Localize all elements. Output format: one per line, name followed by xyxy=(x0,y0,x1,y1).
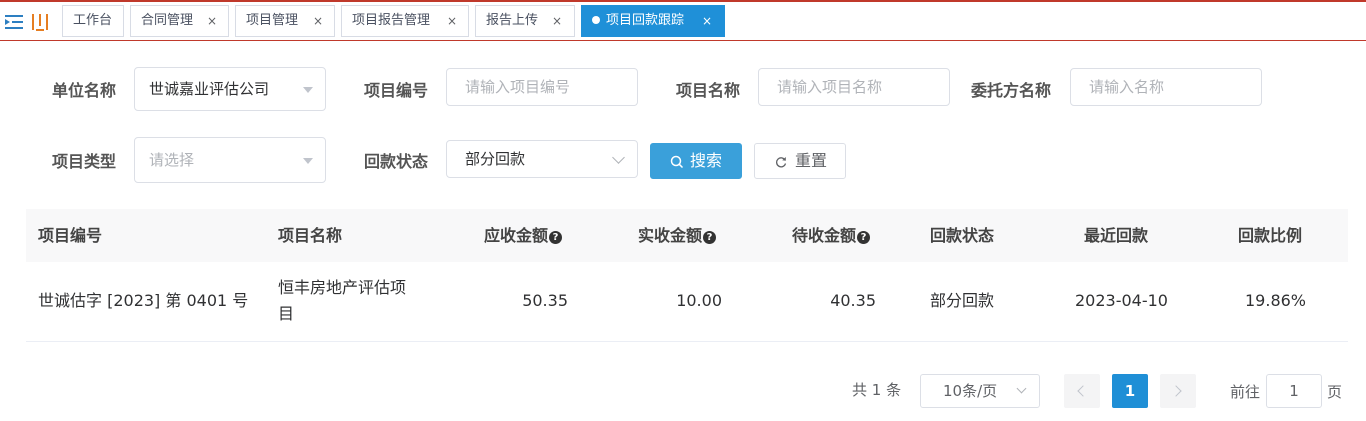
col-project-name: 项目名称 xyxy=(278,226,343,245)
search-button[interactable]: 搜索 xyxy=(650,143,742,179)
reset-button[interactable]: 重置 xyxy=(754,143,846,179)
help-icon[interactable]: ? xyxy=(703,231,717,244)
tab-label: 项目管理 xyxy=(246,13,299,28)
cell-project-name-line2: 目 xyxy=(278,304,295,323)
project-type-select[interactable]: 请选择 xyxy=(134,137,326,183)
payment-status-label: 回款状态 xyxy=(364,152,429,171)
col-last-payment: 最近回款 xyxy=(1084,226,1149,245)
project-name-placeholder: 请输入项目名称 xyxy=(777,78,883,96)
cell-payment-ratio: 19.86% xyxy=(1245,291,1307,310)
tab-label: 项目报告管理 xyxy=(352,13,431,28)
refresh-icon xyxy=(776,157,787,168)
close-icon[interactable]: × xyxy=(552,6,562,36)
col-receivable-label: 应收金额 xyxy=(484,226,549,245)
close-icon[interactable]: × xyxy=(447,6,457,36)
tab-label: 报告上传 xyxy=(486,13,539,28)
col-receivable: 应收金额? xyxy=(484,209,563,262)
page-suffix-label: 页 xyxy=(1327,383,1343,401)
page-size-value: 10条/页 xyxy=(943,382,998,400)
cell-last-payment: 2023-04-10 xyxy=(1075,291,1168,310)
app-logo-icon xyxy=(30,12,50,32)
page-number-current[interactable]: 1 xyxy=(1112,374,1148,408)
active-dot-icon xyxy=(592,16,600,24)
unit-name-label: 单位名称 xyxy=(52,81,117,100)
tab-label: 合同管理 xyxy=(141,13,194,28)
close-icon[interactable]: × xyxy=(702,6,712,36)
tab-project-payment-tracking[interactable]: 项目回款跟踪 × xyxy=(581,5,725,37)
payment-status-select[interactable]: 部分回款 xyxy=(446,140,638,178)
close-icon[interactable]: × xyxy=(207,6,217,36)
tab-bar: 工作台 合同管理 × 项目管理 × 项目报告管理 × 报告上传 × 项目回款跟踪… xyxy=(0,2,1366,41)
prev-page-button[interactable] xyxy=(1064,374,1100,408)
cell-project-name: 恒丰房地产评估项 目 xyxy=(278,275,406,327)
pagination-total: 共 1 条 xyxy=(852,381,902,399)
project-no-label: 项目编号 xyxy=(364,81,429,100)
table-header: 项目编号 项目名称 应收金额? 实收金额? 待收金额? 回款状态 最近回款 回款… xyxy=(26,209,1348,262)
col-pending: 待收金额? xyxy=(792,209,871,262)
client-name-label: 委托方名称 xyxy=(971,81,1052,100)
project-type-placeholder: 请选择 xyxy=(149,151,195,169)
cell-project-name-line1: 恒丰房地产评估项 xyxy=(278,278,407,297)
help-icon[interactable]: ? xyxy=(857,231,871,244)
help-icon[interactable]: ? xyxy=(549,231,563,244)
next-page-button[interactable] xyxy=(1160,374,1196,408)
reset-button-label: 重置 xyxy=(795,151,828,170)
close-icon[interactable]: × xyxy=(313,6,323,36)
cell-receivable: 50.35 xyxy=(522,291,568,310)
goto-label: 前往 xyxy=(1230,383,1261,401)
cell-payment-status: 部分回款 xyxy=(930,291,995,310)
chevron-down-icon xyxy=(612,151,625,164)
project-no-placeholder: 请输入项目编号 xyxy=(465,78,571,96)
caret-down-icon xyxy=(303,158,313,164)
project-type-label: 项目类型 xyxy=(52,152,117,171)
search-button-label: 搜索 xyxy=(690,151,723,170)
tab-label: 项目回款跟踪 xyxy=(606,13,685,28)
project-name-label: 项目名称 xyxy=(676,81,741,100)
cell-project-no: 世诚估字 [2023] 第 0401 号 xyxy=(38,291,249,310)
tab-label: 工作台 xyxy=(73,13,113,28)
menu-toggle-icon[interactable] xyxy=(4,12,24,32)
chevron-down-icon xyxy=(1016,383,1027,394)
col-payment-status: 回款状态 xyxy=(930,226,995,245)
col-project-no: 项目编号 xyxy=(38,226,103,245)
tab-project-management[interactable]: 项目管理 × xyxy=(235,5,335,37)
payment-status-value: 部分回款 xyxy=(465,150,526,168)
project-name-input[interactable]: 请输入项目名称 xyxy=(758,68,950,106)
page-size-select[interactable]: 10条/页 xyxy=(920,374,1040,408)
caret-down-icon xyxy=(303,87,313,93)
tab-workbench[interactable]: 工作台 xyxy=(62,5,124,37)
col-payment-ratio: 回款比例 xyxy=(1238,226,1303,245)
col-received: 实收金额? xyxy=(638,209,717,262)
unit-name-value: 世诚嘉业评估公司 xyxy=(149,80,270,98)
col-pending-label: 待收金额 xyxy=(792,226,857,245)
tab-report-upload[interactable]: 报告上传 × xyxy=(475,5,575,37)
cell-received: 10.00 xyxy=(676,291,722,310)
client-name-input[interactable]: 请输入名称 xyxy=(1070,68,1262,106)
chevron-right-icon xyxy=(1170,385,1182,397)
project-no-input[interactable]: 请输入项目编号 xyxy=(446,68,638,106)
search-icon xyxy=(670,155,684,169)
table-row[interactable]: 世诚估字 [2023] 第 0401 号 恒丰房地产评估项 目 50.35 10… xyxy=(26,262,1348,342)
col-received-label: 实收金额 xyxy=(638,226,703,245)
goto-page-input[interactable]: 1 xyxy=(1266,374,1322,408)
chevron-left-icon xyxy=(1077,385,1089,397)
unit-name-select[interactable]: 世诚嘉业评估公司 xyxy=(134,67,326,111)
cell-pending: 40.35 xyxy=(830,291,876,310)
tab-contract-management[interactable]: 合同管理 × xyxy=(130,5,229,37)
client-name-placeholder: 请输入名称 xyxy=(1089,78,1165,96)
tab-project-report-management[interactable]: 项目报告管理 × xyxy=(341,5,469,37)
